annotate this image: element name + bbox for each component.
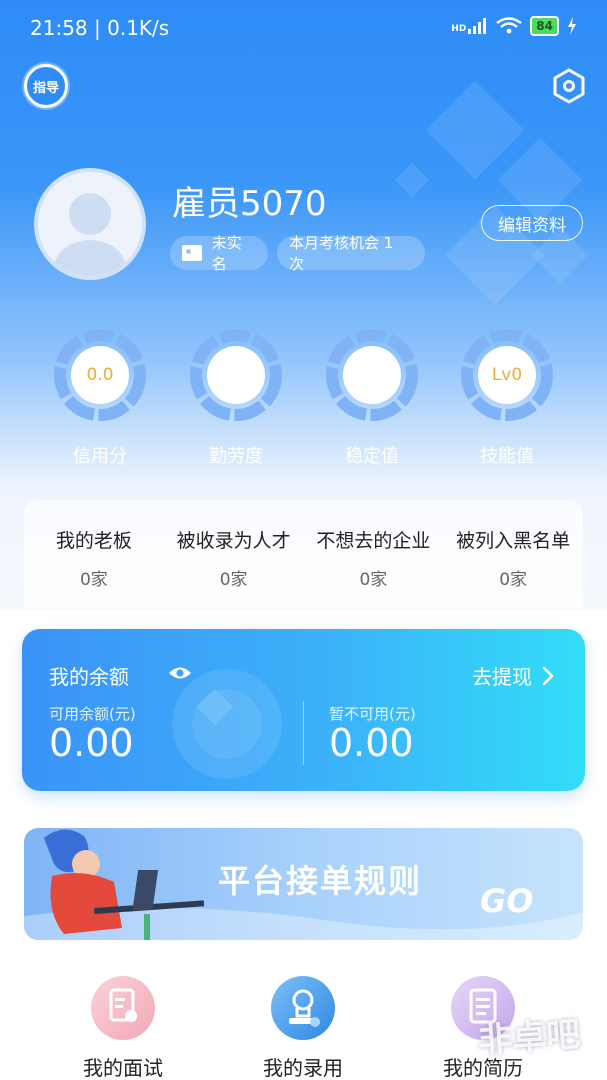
charging-icon bbox=[568, 17, 576, 35]
balance-divider bbox=[303, 701, 304, 765]
battery-indicator: 84 bbox=[530, 16, 559, 36]
relation-title: 被列入黑名单 bbox=[456, 530, 571, 552]
user-name: 雇员5070 bbox=[172, 184, 327, 224]
balance-title: 我的余额 bbox=[49, 665, 129, 689]
edit-profile-label: 编辑资料 bbox=[498, 215, 566, 236]
menu-my-hires[interactable]: 我的录用 bbox=[228, 976, 378, 1080]
avatar-placeholder-icon bbox=[52, 193, 128, 276]
withdraw-button[interactable]: 去提现 bbox=[472, 661, 554, 690]
relation-count: 0家 bbox=[499, 570, 528, 590]
hd-signal-icon: HD bbox=[451, 18, 488, 34]
banner-go-label: GO bbox=[480, 882, 534, 920]
watermark-logo: 非卓吧 bbox=[476, 1014, 582, 1062]
relation-title: 我的老板 bbox=[55, 530, 132, 552]
relation-title: 被收录为人才 bbox=[176, 530, 291, 552]
diligence-value bbox=[207, 346, 265, 404]
relation-count: 0家 bbox=[79, 570, 108, 590]
status-indicators: HD 84 bbox=[451, 16, 577, 36]
skill-level-label: 技能值 bbox=[480, 446, 534, 467]
credit-score-ring[interactable]: 0.0 bbox=[53, 328, 147, 422]
status-speed: 0.1K/s bbox=[107, 16, 170, 40]
guide-button[interactable]: 指导 bbox=[24, 64, 68, 108]
chevron-right-icon bbox=[542, 666, 554, 685]
menu-label: 我的录用 bbox=[263, 1056, 343, 1080]
status-bar: 21:58 | 0.1K/s HD 84 bbox=[0, 0, 607, 58]
wifi-icon bbox=[496, 17, 523, 34]
status-separator: | bbox=[94, 16, 108, 40]
decor-diamond bbox=[395, 163, 429, 197]
banner-title: 平台接单规则 bbox=[218, 862, 423, 900]
settings-hexagon-icon[interactable] bbox=[550, 67, 588, 105]
verify-status-tag[interactable]: 未实名 bbox=[170, 234, 268, 273]
guide-label: 指导 bbox=[32, 80, 59, 96]
signal-bars-icon bbox=[468, 18, 487, 34]
network-type: HD bbox=[451, 24, 467, 34]
decor-diamond bbox=[425, 80, 525, 180]
stamp-icon bbox=[271, 976, 335, 1040]
relations-card: 我的老板 0家 被收录为人才 0家 不想去的企业 0家 被列入黑名单 0家 bbox=[24, 500, 583, 608]
stability-ring[interactable] bbox=[325, 328, 419, 422]
stability-value bbox=[343, 346, 401, 404]
credit-score-label: 信用分 bbox=[73, 446, 127, 467]
diligence-ring[interactable] bbox=[189, 328, 283, 422]
assessment-chance-tag: 本月考核机会 1 次 bbox=[277, 234, 425, 273]
withdraw-label: 去提现 bbox=[472, 665, 532, 689]
platform-rules-banner[interactable]: 平台接单规则 GO bbox=[24, 828, 583, 940]
credit-score-value: 0.0 bbox=[71, 346, 129, 404]
eye-icon[interactable] bbox=[168, 664, 192, 682]
unavailable-balance-value: 0.00 bbox=[329, 721, 414, 765]
relation-talent[interactable]: 被收录为人才 0家 bbox=[164, 500, 304, 608]
menu-label: 我的面试 bbox=[83, 1056, 163, 1080]
relation-my-boss[interactable]: 我的老板 0家 bbox=[24, 500, 164, 608]
interview-doc-icon bbox=[91, 976, 155, 1040]
menu-my-interviews[interactable]: 我的面试 bbox=[48, 976, 198, 1080]
edit-profile-button[interactable]: 编辑资料 bbox=[481, 205, 583, 241]
skill-level-value: Lv0 bbox=[478, 346, 536, 404]
id-card-icon bbox=[182, 245, 202, 261]
relation-count: 0家 bbox=[219, 570, 248, 590]
relation-title: 不想去的企业 bbox=[316, 530, 431, 552]
skill-level-ring[interactable]: Lv0 bbox=[460, 328, 554, 422]
assessment-chance-label: 本月考核机会 1 次 bbox=[289, 234, 394, 273]
stability-label: 稳定值 bbox=[345, 446, 399, 467]
relation-unwanted-company[interactable]: 不想去的企业 0家 bbox=[304, 500, 444, 608]
relation-blacklist[interactable]: 被列入黑名单 0家 bbox=[443, 500, 583, 608]
verify-status-label: 未实名 bbox=[211, 234, 242, 273]
diligence-label: 勤劳度 bbox=[209, 446, 263, 467]
avatar[interactable] bbox=[34, 168, 146, 280]
status-time: 21:58 bbox=[30, 16, 88, 40]
relation-count: 0家 bbox=[359, 570, 388, 590]
status-time-speed: 21:58 | 0.1K/s bbox=[30, 16, 169, 40]
available-balance-value: 0.00 bbox=[49, 721, 134, 765]
balance-card: 我的余额 去提现 可用余额(元) 0.00 暂不可用(元) 0.00 bbox=[22, 629, 585, 791]
